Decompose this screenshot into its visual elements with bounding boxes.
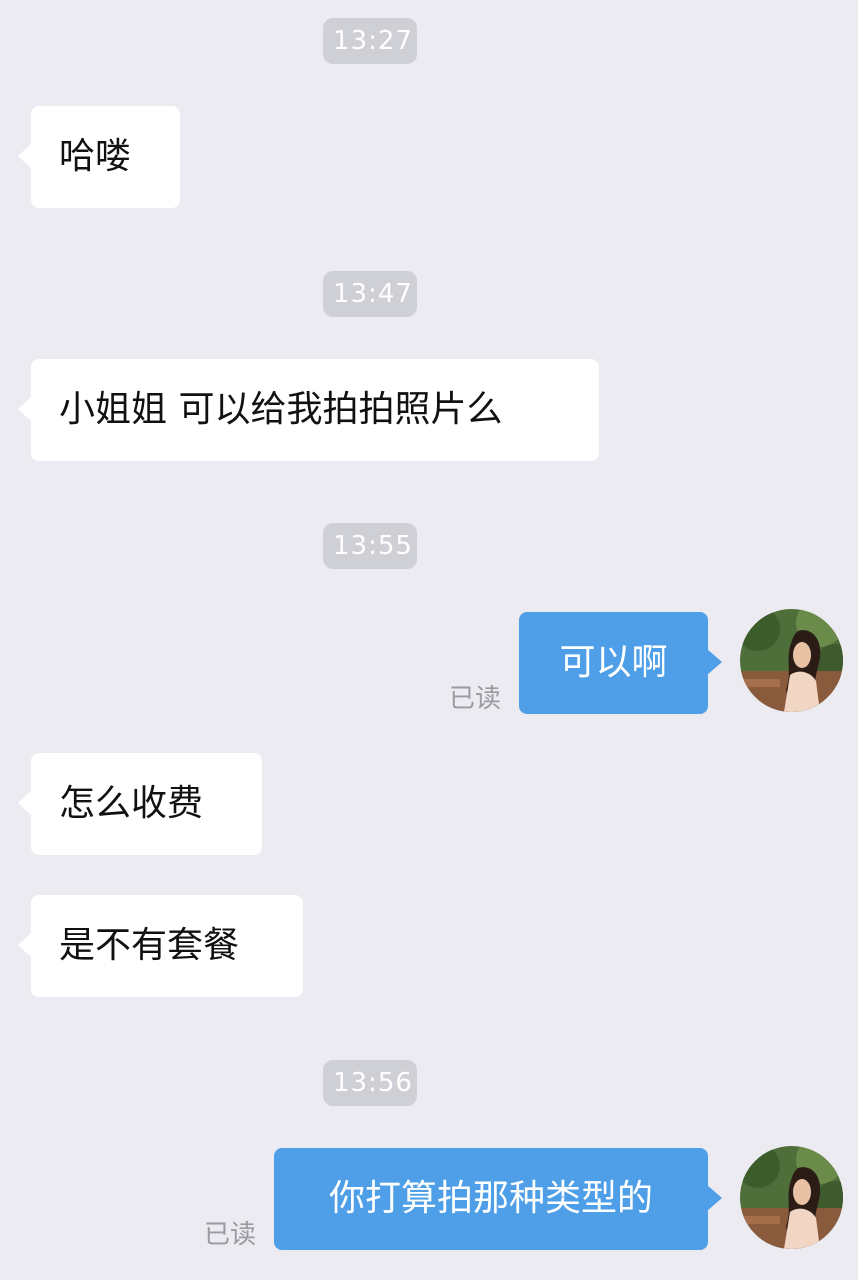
message-text: 是不有套餐 [59, 925, 240, 966]
timestamp: 13:47 [323, 271, 417, 317]
timestamp: 13:55 [323, 523, 417, 569]
timestamp: 13:27 [323, 18, 417, 64]
read-status: 已读 [449, 684, 502, 714]
message-text: 怎么收费 [59, 783, 204, 824]
message-text: 小姐姐 可以给我拍拍照片么 [59, 389, 503, 430]
message-text: 可以啊 [559, 642, 668, 683]
incoming-message-bubble[interactable]: 是不有套餐 [18, 895, 303, 997]
avatar[interactable] [740, 1146, 843, 1249]
outgoing-message-bubble[interactable]: 你打算拍那种类型的 [274, 1148, 722, 1250]
avatar[interactable] [740, 609, 843, 712]
incoming-message-bubble[interactable]: 怎么收费 [18, 753, 262, 855]
message-text: 你打算拍那种类型的 [328, 1178, 653, 1219]
avatar-photo-icon [740, 1146, 843, 1249]
avatar-photo-icon [740, 609, 843, 712]
incoming-message-bubble[interactable]: 哈喽 [18, 106, 180, 208]
message-text: 哈喽 [59, 136, 132, 177]
read-status: 已读 [204, 1220, 257, 1250]
timestamp: 13:56 [323, 1060, 417, 1106]
outgoing-message-bubble[interactable]: 可以啊 [519, 612, 722, 714]
incoming-message-bubble[interactable]: 小姐姐 可以给我拍拍照片么 [18, 359, 599, 461]
